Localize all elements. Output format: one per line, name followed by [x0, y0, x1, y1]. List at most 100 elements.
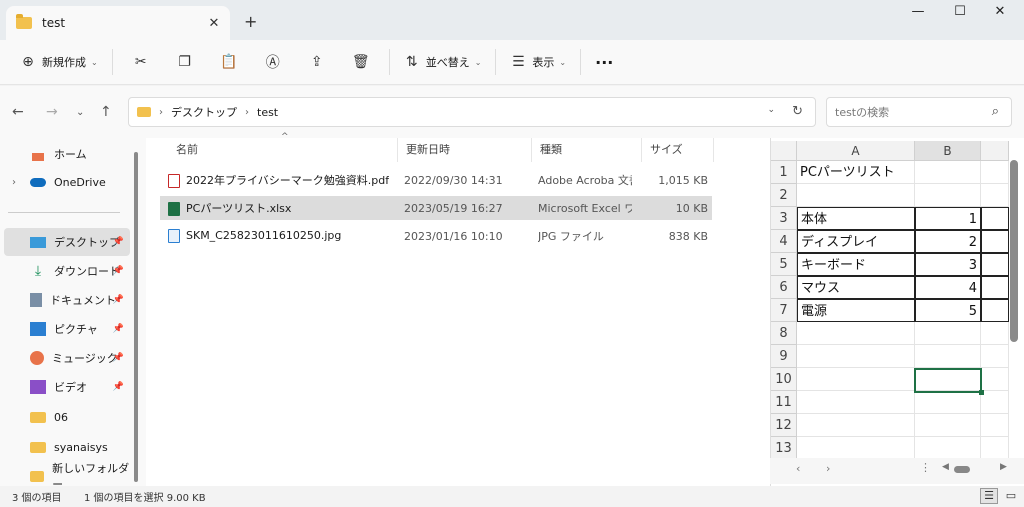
cell-c9[interactable] — [981, 345, 1009, 368]
row-header[interactable]: 13 — [771, 437, 797, 460]
preview-vertical-scrollbar[interactable] — [1010, 148, 1018, 448]
cell-b3[interactable]: 1 — [915, 207, 981, 230]
column-header-size[interactable]: サイズ — [642, 138, 714, 162]
active-cell-b10[interactable] — [914, 368, 984, 395]
cell-c13[interactable] — [981, 437, 1009, 460]
sort-button[interactable]: ⇅ 並べ替え ⌄ — [396, 46, 490, 78]
cell-c6[interactable] — [981, 276, 1009, 299]
view-button[interactable]: ☰ 表示 ⌄ — [502, 46, 574, 78]
scroll-right-icon[interactable]: ▶ — [1000, 462, 1007, 472]
forward-arrow-icon[interactable]: → — [46, 104, 58, 120]
cell-b13[interactable] — [915, 437, 981, 460]
sidebar-item-documents[interactable]: ドキュメント 📌 — [4, 286, 130, 314]
select-all-corner[interactable] — [771, 141, 797, 161]
column-header-c[interactable] — [981, 141, 1009, 161]
share-button[interactable]: ⇪ — [295, 46, 339, 78]
cell-b11[interactable] — [915, 391, 981, 414]
breadcrumb-test[interactable]: test — [257, 106, 278, 119]
row-header[interactable]: 10 — [771, 368, 797, 391]
cell-a3[interactable]: 本体 — [797, 207, 915, 230]
copy-button[interactable]: ❐ — [163, 46, 207, 78]
sidebar-item-folder-06[interactable]: 06 — [4, 403, 130, 431]
row-header[interactable]: 9 — [771, 345, 797, 368]
sidebar-item-onedrive[interactable]: › OneDrive — [4, 168, 130, 196]
recent-chevron-icon[interactable]: ⌄ — [76, 107, 84, 118]
cell-c1[interactable] — [981, 161, 1009, 184]
cell-b4[interactable]: 2 — [915, 230, 981, 253]
cell-c5[interactable] — [981, 253, 1009, 276]
new-button[interactable]: ⊕ 新規作成 ⌄ — [12, 46, 106, 78]
address-bar[interactable]: › デスクトップ › test ⌄ ↻ — [128, 97, 816, 127]
new-tab-button[interactable]: + — [244, 12, 257, 31]
tab-test[interactable]: test ✕ — [6, 6, 230, 40]
address-dropdown-icon[interactable]: ⌄ — [767, 105, 775, 115]
cell-a6[interactable]: マウス — [797, 276, 915, 299]
cell-a11[interactable] — [797, 391, 915, 414]
cell-c2[interactable] — [981, 184, 1009, 207]
row-header[interactable]: 1 — [771, 161, 797, 184]
cell-b9[interactable] — [915, 345, 981, 368]
paste-button[interactable]: 📋 — [207, 46, 251, 78]
sidebar-item-music[interactable]: ミュージック 📌 — [4, 344, 130, 372]
row-header[interactable]: 8 — [771, 322, 797, 345]
up-arrow-icon[interactable]: ↑ — [100, 104, 112, 120]
breadcrumb-desktop[interactable]: デスクトップ — [171, 104, 237, 120]
column-header-a[interactable]: A — [797, 141, 915, 161]
cell-b12[interactable] — [915, 414, 981, 437]
tab-close-icon[interactable]: ✕ — [202, 16, 226, 31]
column-header-name[interactable]: 名前 — [168, 138, 398, 162]
cell-c10[interactable] — [981, 368, 1009, 391]
row-header[interactable]: 6 — [771, 276, 797, 299]
sidebar-item-home[interactable]: ホーム — [4, 140, 130, 168]
file-row-pdf[interactable]: 2022年プライバシーマーク勉強資料.pdf 2022/09/30 14:31 … — [160, 168, 712, 192]
row-header[interactable]: 7 — [771, 299, 797, 322]
chevron-right-icon[interactable]: › — [12, 177, 16, 188]
sidebar-item-downloads[interactable]: ⤓ ダウンロード 📌 — [4, 257, 130, 285]
sidebar-item-videos[interactable]: ビデオ 📌 — [4, 373, 130, 401]
horizontal-scroll-thumb[interactable] — [954, 466, 970, 473]
maximize-button[interactable]: ☐ — [940, 4, 980, 24]
file-row-jpg[interactable]: SKM_C25823011610250.jpg 2023/01/16 10:10… — [160, 224, 712, 248]
cell-a4[interactable]: ディスプレイ — [797, 230, 915, 253]
cell-c4[interactable] — [981, 230, 1009, 253]
search-box[interactable]: testの検索 ⌕ — [826, 97, 1012, 127]
row-header[interactable]: 2 — [771, 184, 797, 207]
cell-a8[interactable] — [797, 322, 915, 345]
cell-b7[interactable]: 5 — [915, 299, 981, 322]
column-header-date[interactable]: 更新日時 — [398, 138, 532, 162]
minimize-button[interactable]: — — [898, 4, 938, 24]
refresh-icon[interactable]: ↻ — [792, 104, 803, 119]
sheet-options-icon[interactable]: ⋮ — [920, 461, 931, 474]
cell-a12[interactable] — [797, 414, 915, 437]
scroll-left-icon[interactable]: ◀ — [942, 462, 949, 472]
scrollbar-thumb[interactable] — [1010, 160, 1018, 342]
row-header[interactable]: 4 — [771, 230, 797, 253]
row-header[interactable]: 12 — [771, 414, 797, 437]
sidebar-item-desktop[interactable]: デスクトップ 📌 — [4, 228, 130, 256]
sidebar-item-new-folder[interactable]: 新しいフォルダー — [4, 462, 130, 486]
details-view-button[interactable]: ☰ — [980, 488, 998, 504]
sidebar-item-folder-syanaisys[interactable]: syanaisys — [4, 433, 130, 461]
delete-button[interactable]: 🗑 — [339, 46, 383, 78]
cell-b2[interactable] — [915, 184, 981, 207]
cell-c3[interactable] — [981, 207, 1009, 230]
more-options-button[interactable]: ··· — [587, 46, 621, 78]
cell-c8[interactable] — [981, 322, 1009, 345]
row-header[interactable]: 5 — [771, 253, 797, 276]
close-window-button[interactable]: ✕ — [980, 4, 1020, 24]
sheet-prev-icon[interactable]: ‹ — [796, 462, 800, 475]
cell-a5[interactable]: キーボード — [797, 253, 915, 276]
cell-b1[interactable] — [915, 161, 981, 184]
cell-a13[interactable] — [797, 437, 915, 460]
cell-a9[interactable] — [797, 345, 915, 368]
cell-b6[interactable]: 4 — [915, 276, 981, 299]
row-header[interactable]: 3 — [771, 207, 797, 230]
cell-c12[interactable] — [981, 414, 1009, 437]
file-row-xlsx[interactable]: PCパーツリスト.xlsx 2023/05/19 16:27 Microsoft… — [160, 196, 712, 220]
cell-c11[interactable] — [981, 391, 1009, 414]
cell-a1[interactable]: PCパーツリスト — [797, 161, 915, 184]
cell-c7[interactable] — [981, 299, 1009, 322]
cell-b5[interactable]: 3 — [915, 253, 981, 276]
sidebar-scrollbar[interactable] — [134, 152, 138, 482]
cut-button[interactable]: ✂ — [119, 46, 163, 78]
